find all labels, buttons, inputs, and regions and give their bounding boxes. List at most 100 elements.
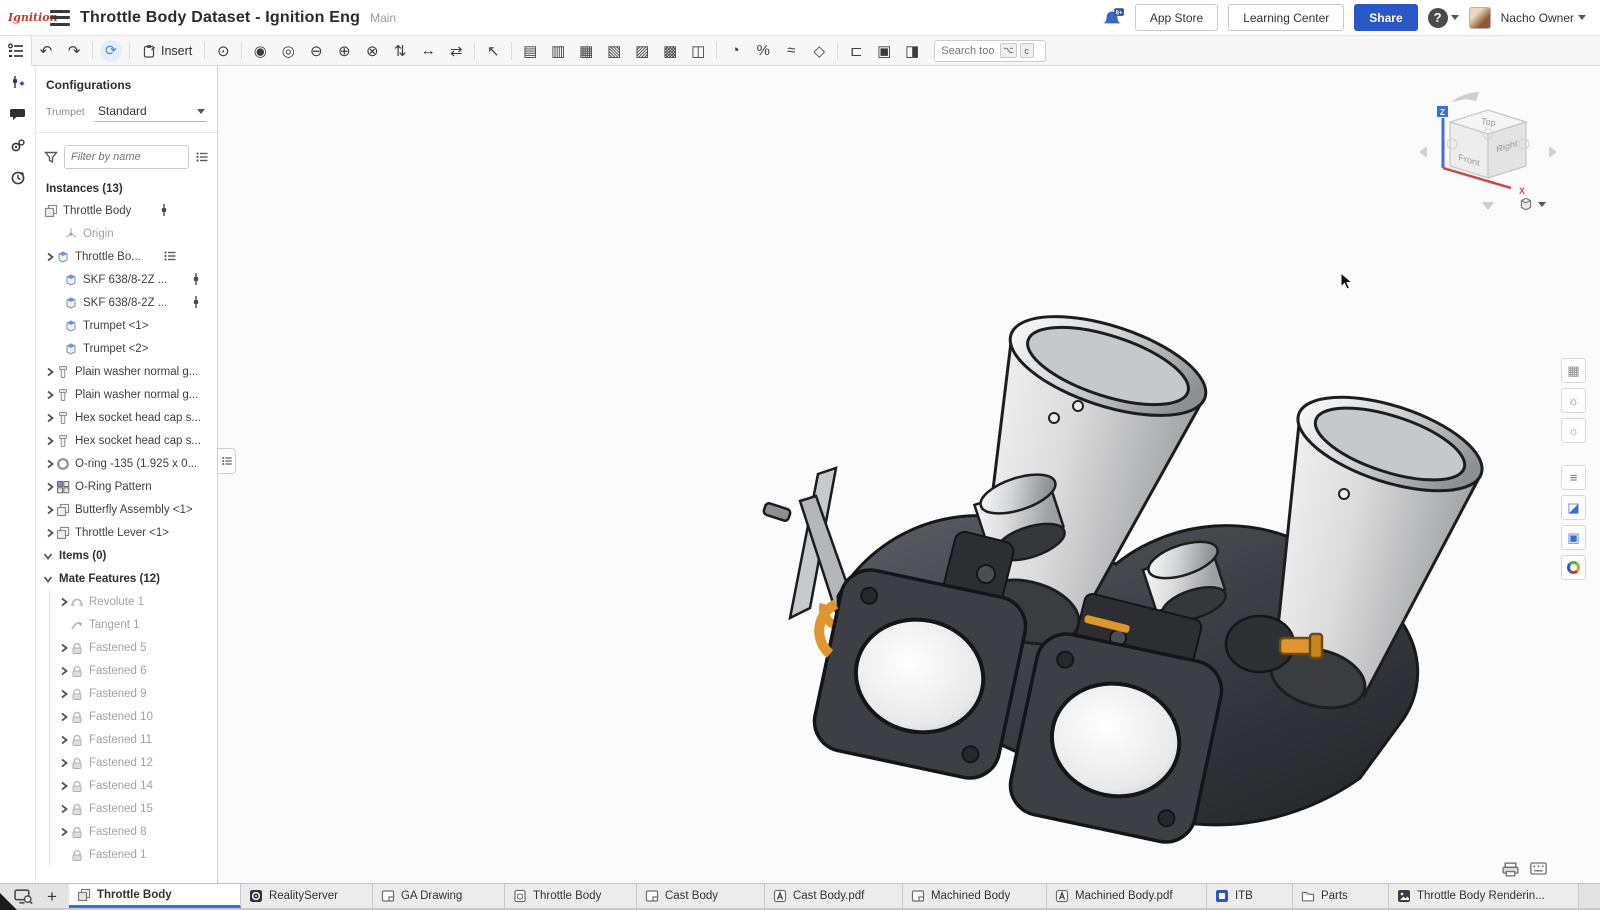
mate-item[interactable]: Fastened 6 (50, 659, 217, 682)
measure-icon[interactable]: ▣ (870, 38, 898, 64)
tab-throttle-body-assembly[interactable]: Throttle Body (69, 884, 241, 908)
chevron-right-icon[interactable] (58, 688, 70, 700)
tab-throttle-body-rendering[interactable]: Throttle Body Renderin... (1389, 884, 1579, 908)
filter-by-name-input[interactable] (64, 145, 189, 169)
tree-item[interactable]: Trumpet <2> (36, 337, 217, 360)
help-menu[interactable]: ? (1428, 8, 1459, 28)
named-positions-icon[interactable]: ◇ (805, 38, 833, 64)
explode-view-icon[interactable]: % (749, 38, 777, 64)
mate-item[interactable]: Fastened 1 (50, 843, 217, 866)
chevron-right-icon[interactable] (44, 412, 56, 424)
tab-realityserver[interactable]: RealityServer (241, 884, 373, 908)
tree-item[interactable]: SKF 638/8-2Z ... (36, 291, 217, 314)
tab-cast-body[interactable]: Cast Body (637, 884, 765, 908)
tree-item-origin[interactable]: Origin (36, 222, 217, 245)
history-panel-icon[interactable] (0, 162, 36, 194)
search-tools-input[interactable] (939, 44, 997, 58)
mate-item[interactable]: Fastened 15 (50, 797, 217, 820)
mate-item[interactable]: Fastened 5 (50, 636, 217, 659)
chevron-right-icon[interactable] (44, 435, 56, 447)
gear-relation-icon[interactable]: ▦ (572, 38, 600, 64)
planar-mate-icon[interactable]: ⊕ (330, 38, 358, 64)
tab-itb[interactable]: ITB (1207, 884, 1293, 908)
tree-item[interactable]: Throttle Lever <1> (36, 521, 217, 544)
search-tools-box[interactable]: ⌥ c (934, 40, 1046, 62)
cylindrical-mate-icon[interactable]: ⊗ (358, 38, 386, 64)
tree-item[interactable]: Butterfly Assembly <1> (36, 498, 217, 521)
circular-pattern-icon[interactable]: ◫ (684, 38, 712, 64)
insert-button[interactable]: Insert (134, 38, 200, 64)
app-store-button[interactable]: App Store (1135, 4, 1218, 31)
screw-relation-icon[interactable]: ▨ (628, 38, 656, 64)
redo-button[interactable]: ↷ (60, 38, 88, 64)
learning-center-button[interactable]: Learning Center (1228, 4, 1344, 31)
viewcube-top-face[interactable]: Top (1481, 116, 1497, 128)
feature-list-panel-icon[interactable]: ≡ (1561, 465, 1586, 490)
snapshot-icon[interactable]: ≈ (777, 38, 805, 64)
tree-item[interactable]: Plain washer normal g... (36, 383, 217, 406)
chevron-right-icon[interactable] (58, 734, 70, 746)
versions-panel-icon[interactable] (0, 130, 36, 162)
tree-item[interactable]: Trumpet <1> (36, 314, 217, 337)
feature-list-toggle-icon[interactable] (0, 36, 32, 66)
help-icon[interactable]: ? (1428, 8, 1448, 28)
tangent-mate-icon[interactable]: ↖ (479, 38, 507, 64)
chevron-right-icon[interactable] (44, 481, 56, 493)
mate-features-section-header[interactable]: Mate Features (12) (36, 567, 217, 590)
bom-table-panel-icon[interactable]: ▦ (1561, 358, 1586, 383)
mate-item[interactable]: Fastened 9 (50, 682, 217, 705)
fastened-mate-icon[interactable]: ◉ (246, 38, 274, 64)
panel-flyout-handle[interactable] (218, 448, 236, 474)
share-button[interactable]: Share (1354, 4, 1417, 31)
mate-item[interactable]: Fastened 8 (50, 820, 217, 843)
view-options-icon[interactable] (1518, 196, 1546, 212)
chevron-right-icon[interactable] (58, 780, 70, 792)
items-section-header[interactable]: Items (0) (36, 544, 217, 567)
mate-item[interactable]: Fastened 11 (50, 728, 217, 751)
tree-item-root[interactable]: Throttle Body (36, 199, 217, 222)
linear-pattern-icon[interactable]: ▩ (656, 38, 684, 64)
chevron-right-icon[interactable] (58, 826, 70, 838)
mass-properties-icon[interactable]: ◨ (898, 38, 926, 64)
tree-item[interactable]: Hex socket head cap s... (36, 429, 217, 452)
chevron-down-icon[interactable] (42, 573, 54, 585)
mate-item[interactable]: Fastened 10 (50, 705, 217, 728)
chevron-down-icon[interactable] (42, 550, 54, 562)
configuration-slider-icon[interactable] (189, 272, 203, 286)
configuration-slider-icon[interactable] (157, 203, 171, 217)
parallel-mate-icon[interactable]: ⇄ (442, 38, 470, 64)
graphics-canvas[interactable]: Top Front Right Z X ▦ ☼ ☼ ≡ ◪ ▣ (218, 66, 1600, 883)
config-value-dropdown[interactable]: Standard (94, 102, 207, 122)
chevron-right-icon[interactable] (44, 504, 56, 516)
tab-machined-body[interactable]: Machined Body (903, 884, 1047, 908)
revolute-mate-icon[interactable]: ◎ (274, 38, 302, 64)
chevron-right-icon[interactable] (44, 366, 56, 378)
integrations-panel-icon[interactable]: ☼ (1561, 418, 1586, 443)
slider-mate-icon[interactable]: ⊖ (302, 38, 330, 64)
section-view-icon[interactable]: ⊏ (842, 38, 870, 64)
tree-item[interactable]: Throttle Bo... (36, 245, 217, 268)
render-studio-panel-icon[interactable] (1561, 555, 1586, 580)
mate-connector-icon[interactable]: ⊙ (209, 38, 237, 64)
tab-throttle-body-part[interactable]: Throttle Body (505, 884, 637, 908)
chevron-right-icon[interactable] (44, 251, 56, 263)
tab-cast-body-pdf[interactable]: Cast Body.pdf (765, 884, 903, 908)
chevron-right-icon[interactable] (58, 711, 70, 723)
rack-pinion-relation-icon[interactable]: ▧ (600, 38, 628, 64)
configurations-panel-icon[interactable] (0, 66, 36, 98)
mate-item[interactable]: Tangent 1 (50, 613, 217, 636)
group-icon[interactable]: ▤ (516, 38, 544, 64)
chevron-right-icon[interactable] (58, 596, 70, 608)
tree-item[interactable]: Plain washer normal g... (36, 360, 217, 383)
ball-mate-icon[interactable]: ↔ (414, 38, 442, 64)
new-tab-button[interactable]: + (47, 888, 57, 905)
keyboard-shortcuts-icon[interactable] (1530, 862, 1547, 880)
configuration-slider-icon[interactable] (189, 295, 203, 309)
tree-item[interactable]: Hex socket head cap s... (36, 406, 217, 429)
comments-panel-icon[interactable] (0, 98, 36, 130)
tree-item[interactable]: SKF 638/8-2Z ... (36, 268, 217, 291)
tab-ga-drawing[interactable]: GA Drawing (373, 884, 505, 908)
mate-relation-icon[interactable]: ▥ (544, 38, 572, 64)
tab-machined-body-pdf[interactable]: Machined Body.pdf (1047, 884, 1207, 908)
list-icon[interactable] (163, 249, 177, 263)
